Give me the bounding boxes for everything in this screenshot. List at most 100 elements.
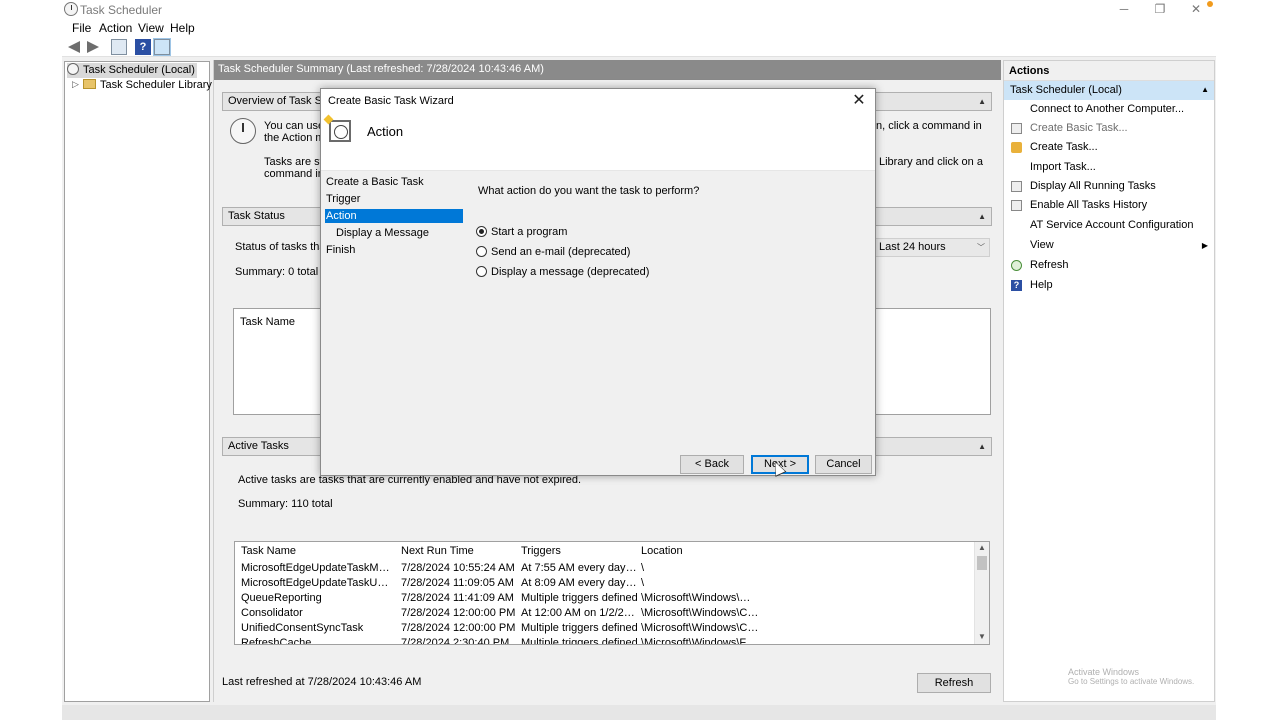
cell-next-run-time: 7/28/2024 11:41:09 AM <box>401 592 514 604</box>
scroll-up-icon[interactable]: ▲ <box>978 543 986 552</box>
column-header-task-name[interactable]: Task Name <box>240 316 295 328</box>
action-label: Create Task... <box>1030 141 1098 153</box>
toolbar: ? <box>62 37 1216 57</box>
summary-header: Task Scheduler Summary (Last refreshed: … <box>214 60 1001 80</box>
status-period-select[interactable]: Last 24 hours ﹀ <box>874 238 990 257</box>
create-task-icon <box>1011 142 1022 153</box>
action-view[interactable]: View ▶ <box>1004 236 1214 255</box>
show-hide-tree-icon[interactable] <box>111 39 127 55</box>
action-at-service-account-configuration[interactable]: AT Service Account Configuration <box>1004 216 1214 235</box>
wizard-step-trigger: Trigger <box>326 193 361 205</box>
console-tree: Task Scheduler (Local) ▷ Task Scheduler … <box>64 61 212 702</box>
collapse-icon[interactable]: ▲ <box>1201 85 1209 94</box>
chevron-right-icon[interactable]: ▷ <box>72 79 79 90</box>
collapse-icon[interactable]: ▲ <box>978 438 986 455</box>
cell-triggers: At 12:00 AM on 1/2/2004 ... <box>521 607 639 619</box>
wizard-step-finish: Finish <box>326 244 356 256</box>
watermark-line: Go to Settings to activate Windows. <box>1068 677 1195 686</box>
collapse-icon[interactable]: ▲ <box>978 93 986 110</box>
cell-task-name: QueueReporting <box>241 592 322 604</box>
show-hide-action-pane-icon[interactable] <box>153 38 171 56</box>
chevron-down-icon: ﹀ <box>977 243 985 252</box>
menu-bar: File Action View Help <box>62 19 1216 37</box>
cell-triggers: At 8:09 AM every day - Af... <box>521 577 639 589</box>
collapse-icon[interactable]: ▲ <box>978 208 986 225</box>
active-tasks-summary: Summary: 110 total <box>238 498 333 510</box>
option-send-email[interactable]: Send an e-mail (deprecated) <box>476 245 630 259</box>
create-basic-task-icon <box>1011 123 1022 134</box>
cell-task-name: Consolidator <box>241 607 303 619</box>
tree-item-task-scheduler-local[interactable]: Task Scheduler (Local) <box>67 63 197 78</box>
back-button[interactable]: < Back <box>680 455 744 474</box>
overview-text: Library and click on a <box>879 156 983 168</box>
cell-task-name: UnifiedConsentSyncTask <box>241 622 364 634</box>
action-create-task[interactable]: Create Task... <box>1004 138 1214 157</box>
forward-arrow-icon[interactable] <box>87 41 99 53</box>
action-label: Refresh <box>1030 259 1069 271</box>
cell-task-name: MicrosoftEdgeUpdateTaskUserS-1-... <box>241 577 393 589</box>
refresh-button[interactable]: Refresh <box>917 673 991 693</box>
action-label: Connect to Another Computer... <box>1030 103 1185 115</box>
select-value: Last 24 hours <box>879 241 946 253</box>
option-display-message[interactable]: Display a message (deprecated) <box>476 265 649 279</box>
menu-view[interactable]: View <box>138 21 164 35</box>
table-scrollbar[interactable]: ▲ ▼ <box>974 542 989 644</box>
action-display-all-running-tasks[interactable]: Display All Running Tasks <box>1004 177 1214 196</box>
action-label: Import Task... <box>1030 161 1096 173</box>
running-tasks-icon <box>1011 181 1022 192</box>
wizard-task-icon <box>329 120 351 142</box>
action-enable-all-tasks-history[interactable]: Enable All Tasks History <box>1004 196 1214 215</box>
cell-next-run-time: 7/28/2024 2:30:40 PM <box>401 637 510 645</box>
radio-unselected-icon[interactable] <box>476 266 487 277</box>
cell-triggers: Multiple triggers defined <box>521 637 638 645</box>
minimize-button[interactable]: ─ <box>1106 0 1142 19</box>
folder-icon <box>83 79 96 89</box>
column-header-task-name[interactable]: Task Name <box>241 544 391 559</box>
actions-group-label: Task Scheduler (Local) <box>1010 84 1122 96</box>
radio-selected-icon[interactable] <box>476 226 487 237</box>
menu-file[interactable]: File <box>72 21 91 35</box>
title-bar: Task Scheduler ─ ❐ ✕ <box>62 0 1216 19</box>
section-title: Task Status <box>228 210 285 222</box>
column-header-location[interactable]: Location <box>641 544 756 559</box>
cell-next-run-time: 7/28/2024 10:55:24 AM <box>401 562 515 574</box>
action-create-basic-task[interactable]: Create Basic Task... <box>1004 119 1214 138</box>
cell-location: \Microsoft\Windows\Cus... <box>641 607 759 619</box>
action-label: AT Service Account Configuration <box>1030 219 1194 231</box>
tree-item-label: Task Scheduler (Local) <box>83 64 195 76</box>
option-start-program[interactable]: Start a program <box>476 225 567 239</box>
action-label: Display All Running Tasks <box>1030 180 1156 192</box>
scrollbar-thumb[interactable] <box>977 556 987 570</box>
radio-unselected-icon[interactable] <box>476 246 487 257</box>
menu-help[interactable]: Help <box>170 21 195 35</box>
action-connect-to-another-computer[interactable]: Connect to Another Computer... <box>1004 100 1214 119</box>
restore-button[interactable]: ❐ <box>1142 0 1178 19</box>
column-header-next-run-time[interactable]: Next Run Time <box>401 544 516 559</box>
action-import-task[interactable]: Import Task... <box>1004 158 1214 177</box>
create-basic-task-wizard-dialog: Create Basic Task Wizard ✕ Action Create… <box>320 88 876 476</box>
cell-next-run-time: 7/28/2024 12:00:00 PM <box>401 607 516 619</box>
back-arrow-icon[interactable] <box>68 41 80 53</box>
column-header-triggers[interactable]: Triggers <box>521 544 636 559</box>
active-tasks-table[interactable]: Task Name Next Run Time Triggers Locatio… <box>234 541 990 645</box>
action-refresh[interactable]: Refresh <box>1004 256 1214 275</box>
cell-next-run-time: 7/28/2024 11:09:05 AM <box>401 577 514 589</box>
action-help[interactable]: ? Help <box>1004 276 1214 295</box>
action-label: Help <box>1030 279 1053 291</box>
wizard-step-create-basic-task: Create a Basic Task <box>326 176 424 188</box>
action-label: View <box>1030 239 1054 251</box>
cancel-button[interactable]: Cancel <box>815 455 872 474</box>
dialog-close-icon[interactable]: ✕ <box>847 90 871 112</box>
actions-group-header[interactable]: Task Scheduler (Local) ▲ <box>1004 81 1214 100</box>
actions-pane: Actions Task Scheduler (Local) ▲ Connect… <box>1003 60 1215 702</box>
scroll-down-icon[interactable]: ▼ <box>978 632 986 641</box>
menu-action[interactable]: Action <box>99 21 132 35</box>
cell-triggers: Multiple triggers defined <box>521 592 638 604</box>
help-icon[interactable]: ? <box>135 39 151 55</box>
tree-item-task-scheduler-library[interactable]: Task Scheduler Library <box>83 78 212 93</box>
taskbar-strip <box>62 705 1216 720</box>
submenu-arrow-icon: ▶ <box>1201 241 1208 250</box>
cell-task-name: RefreshCache <box>241 637 312 645</box>
clock-icon <box>67 63 79 75</box>
cell-location: \Microsoft\Windows\Co... <box>641 622 759 634</box>
